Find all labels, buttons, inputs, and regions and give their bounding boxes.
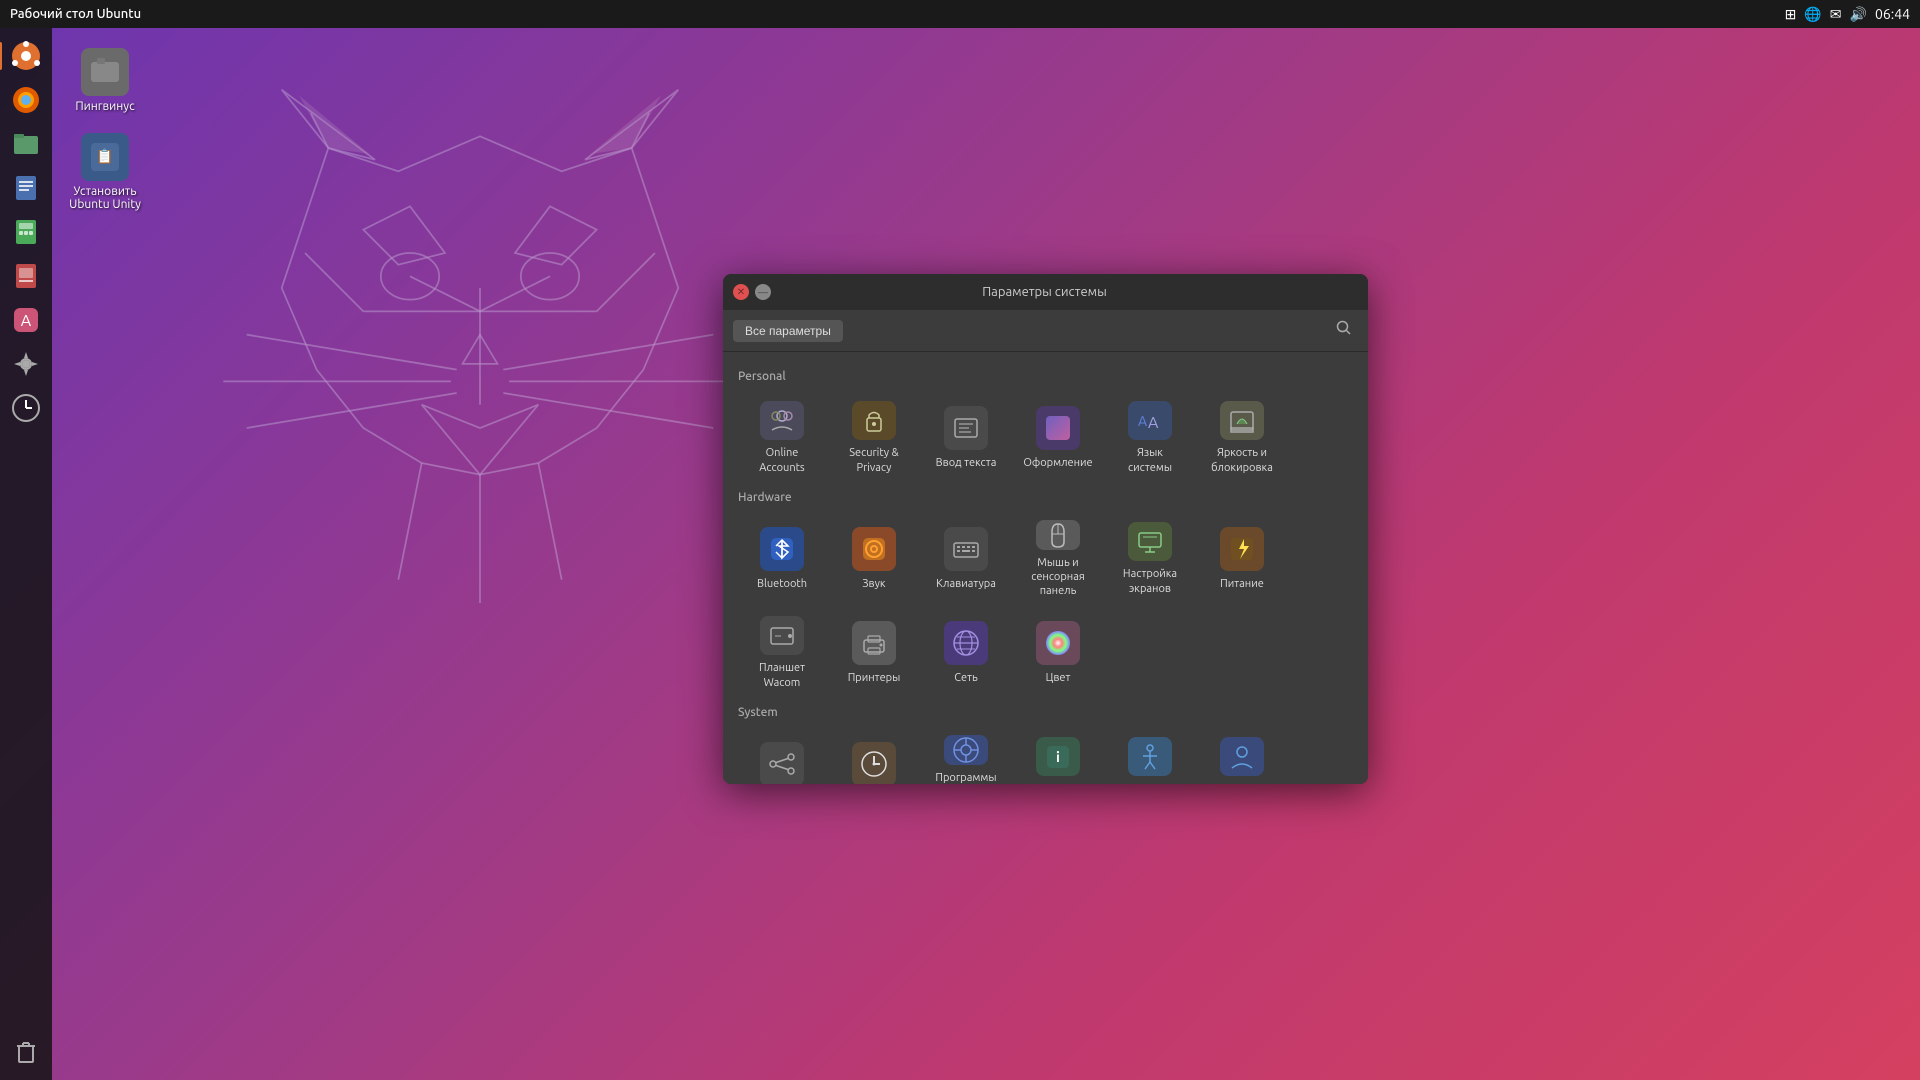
settings-item-printers-label: Принтеры xyxy=(848,671,901,685)
settings-item-accessibility[interactable]: Специальныевозможности xyxy=(1106,729,1194,784)
sidebar-item-firefox[interactable] xyxy=(6,80,46,120)
sidebar-item-appstore[interactable]: A xyxy=(6,300,46,340)
settings-item-appearance[interactable]: Оформление xyxy=(1014,393,1102,483)
window-toolbar: Все параметры xyxy=(723,310,1368,352)
svg-text:📋: 📋 xyxy=(96,148,113,165)
sidebar-item-impress[interactable] xyxy=(6,256,46,296)
topbar-title: Рабочий стол Ubuntu xyxy=(10,7,141,21)
desktop: A xyxy=(0,28,1920,1080)
settings-item-appearance-label: Оформление xyxy=(1023,456,1092,470)
window-content: Personal OnlineAccounts xyxy=(723,352,1368,784)
settings-item-accessibility-label: Специальныевозможности xyxy=(1115,782,1186,784)
settings-item-keyboard-label: Клавиатура xyxy=(936,577,996,591)
network-indicator-icon[interactable]: ⊞ xyxy=(1785,6,1797,23)
settings-item-brightness[interactable]: Яркость иблокировка xyxy=(1198,393,1286,483)
settings-item-sound-label: Звук xyxy=(862,577,885,591)
sidebar-item-files[interactable] xyxy=(6,124,46,164)
sidebar-dock: A xyxy=(0,28,52,1080)
settings-item-color-label: Цвет xyxy=(1046,671,1071,685)
settings-item-keyboard[interactable]: Клавиатура xyxy=(922,514,1010,604)
section-system-header: System xyxy=(738,706,1353,719)
svg-text:A: A xyxy=(21,312,32,330)
sidebar-item-trash[interactable] xyxy=(6,1032,46,1072)
search-button[interactable] xyxy=(1330,317,1358,345)
settings-item-color[interactable]: Цвет xyxy=(1014,608,1102,698)
desktop-icon-pingvinus[interactable]: Пингвинус xyxy=(65,48,145,113)
window-title: Параметры системы xyxy=(771,285,1318,299)
settings-item-brightness-label: Яркость иблокировка xyxy=(1211,446,1273,475)
svg-text:A: A xyxy=(1148,414,1159,432)
window-minimize-button[interactable]: — xyxy=(755,284,771,300)
settings-item-language-label: Языксистемы xyxy=(1128,446,1172,475)
svg-text:i: i xyxy=(1056,749,1060,765)
window-controls: ✕ — xyxy=(733,284,771,300)
desktop-icon-area: Пингвинус 📋 УстановитьUbuntu Unity xyxy=(65,48,145,211)
settings-item-sharing[interactable]: Sharing xyxy=(738,729,826,784)
topbar-right: ⊞ 🌐 ✉ 🔊 06:44 xyxy=(1785,6,1910,23)
svg-text:A: A xyxy=(1138,413,1147,429)
settings-item-power[interactable]: Питание xyxy=(1198,514,1286,604)
sidebar-item-calc[interactable] xyxy=(6,212,46,252)
settings-item-displays[interactable]: Настройкаэкранов xyxy=(1106,514,1194,604)
globe-icon[interactable]: 🌐 xyxy=(1804,6,1821,23)
settings-item-power-label: Питание xyxy=(1220,577,1264,591)
hardware-icon-grid: Bluetooth Звук xyxy=(738,514,1353,698)
cat-background xyxy=(180,78,780,778)
settings-item-text-input[interactable]: Ввод текста xyxy=(922,393,1010,483)
desktop-icon-pingvinus-label: Пингвинус xyxy=(75,100,134,113)
personal-icon-grid: OnlineAccounts Security &Privacy xyxy=(738,393,1353,483)
sidebar-item-settings[interactable] xyxy=(6,344,46,384)
settings-item-software-label: Программыиобновления xyxy=(934,771,997,784)
settings-item-accounts[interactable]: Учётныезаписи xyxy=(1198,729,1286,784)
desktop-icon-ubuntu-unity[interactable]: 📋 УстановитьUbuntu Unity xyxy=(65,133,145,211)
settings-item-software[interactable]: Программыиобновления xyxy=(922,729,1010,784)
mail-icon[interactable]: ✉ xyxy=(1830,6,1842,23)
settings-item-text-input-label: Ввод текста xyxy=(936,456,997,470)
desktop-icon-ubuntu-unity-label: УстановитьUbuntu Unity xyxy=(69,185,141,211)
settings-item-sound[interactable]: Звук xyxy=(830,514,918,604)
settings-window: ✕ — Параметры системы Все параметры Pers… xyxy=(723,274,1368,784)
settings-item-bluetooth-label: Bluetooth xyxy=(757,577,807,591)
settings-item-language[interactable]: A A Языксистемы xyxy=(1106,393,1194,483)
topbar: Рабочий стол Ubuntu ⊞ 🌐 ✉ 🔊 06:44 xyxy=(0,0,1920,28)
volume-icon[interactable]: 🔊 xyxy=(1850,6,1867,23)
settings-item-online-accounts-label: OnlineAccounts xyxy=(759,446,804,475)
settings-item-wacom-label: ПланшетWacom xyxy=(759,661,805,690)
settings-item-mouse[interactable]: Мышь исенсорнаяпанель xyxy=(1014,514,1102,604)
settings-item-about-label: Сведения осистеме xyxy=(1028,782,1087,784)
settings-item-security-privacy[interactable]: Security &Privacy xyxy=(830,393,918,483)
sidebar-item-ubuntu[interactable] xyxy=(6,36,46,76)
settings-item-mouse-label: Мышь исенсорнаяпанель xyxy=(1031,556,1085,599)
settings-item-displays-label: Настройкаэкранов xyxy=(1123,567,1177,596)
section-personal-header: Personal xyxy=(738,370,1353,383)
settings-item-network[interactable]: Сеть xyxy=(922,608,1010,698)
settings-item-bluetooth[interactable]: Bluetooth xyxy=(738,514,826,604)
settings-item-accounts-label: Учётныезаписи xyxy=(1220,782,1264,784)
settings-item-security-label: Security &Privacy xyxy=(849,446,898,475)
sidebar-item-clock[interactable] xyxy=(6,388,46,428)
sidebar-item-writer[interactable] xyxy=(6,168,46,208)
settings-item-wacom[interactable]: ПланшетWacom xyxy=(738,608,826,698)
system-icon-grid: Sharing Время и дата xyxy=(738,729,1353,784)
settings-item-printers[interactable]: Принтеры xyxy=(830,608,918,698)
settings-item-online-accounts[interactable]: OnlineAccounts xyxy=(738,393,826,483)
section-hardware-header: Hardware xyxy=(738,491,1353,504)
clock-display: 06:44 xyxy=(1875,6,1910,22)
all-params-button[interactable]: Все параметры xyxy=(733,320,843,342)
window-titlebar: ✕ — Параметры системы xyxy=(723,274,1368,310)
settings-item-time[interactable]: Время и дата xyxy=(830,729,918,784)
settings-item-network-label: Сеть xyxy=(954,671,977,685)
window-close-button[interactable]: ✕ xyxy=(733,284,749,300)
settings-item-about[interactable]: i Сведения осистеме xyxy=(1014,729,1102,784)
